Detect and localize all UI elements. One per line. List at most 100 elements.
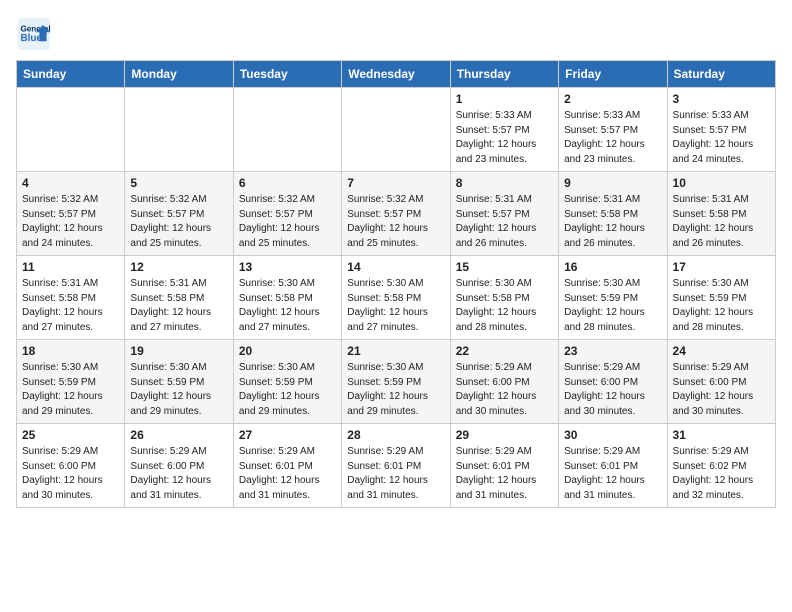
day-number: 9 xyxy=(564,176,661,190)
day-info: Sunrise: 5:31 AM Sunset: 5:58 PM Dayligh… xyxy=(564,193,661,251)
day-info: Sunrise: 5:33 AM Sunset: 5:57 PM Dayligh… xyxy=(673,109,770,167)
weekday-header-tuesday: Tuesday xyxy=(233,61,341,88)
day-number: 20 xyxy=(239,344,336,358)
day-number: 31 xyxy=(673,428,770,442)
day-number: 14 xyxy=(347,260,444,274)
day-info: Sunrise: 5:31 AM Sunset: 5:58 PM Dayligh… xyxy=(22,277,119,335)
day-info: Sunrise: 5:31 AM Sunset: 5:58 PM Dayligh… xyxy=(673,193,770,251)
calendar-cell: 13 Sunrise: 5:30 AM Sunset: 5:58 PM Dayli… xyxy=(233,256,341,340)
day-info: Sunrise: 5:30 AM Sunset: 5:58 PM Dayligh… xyxy=(456,277,553,335)
day-number: 18 xyxy=(22,344,119,358)
day-number: 3 xyxy=(673,92,770,106)
day-number: 24 xyxy=(673,344,770,358)
day-info: Sunrise: 5:29 AM Sunset: 6:00 PM Dayligh… xyxy=(130,445,227,503)
calendar-cell: 21 Sunrise: 5:30 AM Sunset: 5:59 PM Dayli… xyxy=(342,340,450,424)
day-number: 2 xyxy=(564,92,661,106)
page-header: General Blue xyxy=(16,16,776,52)
calendar-cell: 19 Sunrise: 5:30 AM Sunset: 5:59 PM Dayli… xyxy=(125,340,233,424)
calendar-cell: 10 Sunrise: 5:31 AM Sunset: 5:58 PM Dayli… xyxy=(667,172,775,256)
day-number: 21 xyxy=(347,344,444,358)
calendar-cell xyxy=(233,88,341,172)
calendar-cell: 9 Sunrise: 5:31 AM Sunset: 5:58 PM Daylig… xyxy=(559,172,667,256)
calendar-cell: 12 Sunrise: 5:31 AM Sunset: 5:58 PM Dayli… xyxy=(125,256,233,340)
day-info: Sunrise: 5:30 AM Sunset: 5:59 PM Dayligh… xyxy=(347,361,444,419)
calendar-cell: 6 Sunrise: 5:32 AM Sunset: 5:57 PM Daylig… xyxy=(233,172,341,256)
day-number: 7 xyxy=(347,176,444,190)
day-info: Sunrise: 5:30 AM Sunset: 5:59 PM Dayligh… xyxy=(239,361,336,419)
day-info: Sunrise: 5:30 AM Sunset: 5:59 PM Dayligh… xyxy=(130,361,227,419)
calendar-cell: 26 Sunrise: 5:29 AM Sunset: 6:00 PM Dayli… xyxy=(125,424,233,508)
weekday-header-saturday: Saturday xyxy=(667,61,775,88)
day-info: Sunrise: 5:30 AM Sunset: 5:59 PM Dayligh… xyxy=(673,277,770,335)
calendar-cell: 1Sunrise: 5:33 AM Sunset: 5:57 PM Daylig… xyxy=(450,88,558,172)
calendar-cell: 7 Sunrise: 5:32 AM Sunset: 5:57 PM Daylig… xyxy=(342,172,450,256)
day-info: Sunrise: 5:29 AM Sunset: 6:01 PM Dayligh… xyxy=(347,445,444,503)
calendar-cell: 14 Sunrise: 5:30 AM Sunset: 5:58 PM Dayli… xyxy=(342,256,450,340)
calendar-cell: 23 Sunrise: 5:29 AM Sunset: 6:00 PM Dayli… xyxy=(559,340,667,424)
calendar-cell: 24 Sunrise: 5:29 AM Sunset: 6:00 PM Dayli… xyxy=(667,340,775,424)
day-number: 28 xyxy=(347,428,444,442)
calendar-cell: 15 Sunrise: 5:30 AM Sunset: 5:58 PM Dayli… xyxy=(450,256,558,340)
day-info: Sunrise: 5:30 AM Sunset: 5:58 PM Dayligh… xyxy=(239,277,336,335)
calendar-cell: 20 Sunrise: 5:30 AM Sunset: 5:59 PM Dayli… xyxy=(233,340,341,424)
day-number: 17 xyxy=(673,260,770,274)
calendar-cell: 28 Sunrise: 5:29 AM Sunset: 6:01 PM Dayli… xyxy=(342,424,450,508)
day-info: Sunrise: 5:30 AM Sunset: 5:58 PM Dayligh… xyxy=(347,277,444,335)
calendar-cell: 27 Sunrise: 5:29 AM Sunset: 6:01 PM Dayli… xyxy=(233,424,341,508)
calendar-week-row: 18 Sunrise: 5:30 AM Sunset: 5:59 PM Dayli… xyxy=(17,340,776,424)
day-info: Sunrise: 5:29 AM Sunset: 6:01 PM Dayligh… xyxy=(564,445,661,503)
calendar-cell xyxy=(125,88,233,172)
calendar-cell: 2Sunrise: 5:33 AM Sunset: 5:57 PM Daylig… xyxy=(559,88,667,172)
day-number: 5 xyxy=(130,176,227,190)
calendar-cell: 31 Sunrise: 5:29 AM Sunset: 6:02 PM Dayli… xyxy=(667,424,775,508)
day-number: 26 xyxy=(130,428,227,442)
day-info: Sunrise: 5:29 AM Sunset: 6:00 PM Dayligh… xyxy=(456,361,553,419)
day-info: Sunrise: 5:29 AM Sunset: 6:02 PM Dayligh… xyxy=(673,445,770,503)
day-number: 19 xyxy=(130,344,227,358)
day-info: Sunrise: 5:29 AM Sunset: 6:01 PM Dayligh… xyxy=(239,445,336,503)
day-info: Sunrise: 5:31 AM Sunset: 5:57 PM Dayligh… xyxy=(456,193,553,251)
day-number: 22 xyxy=(456,344,553,358)
day-info: Sunrise: 5:29 AM Sunset: 6:01 PM Dayligh… xyxy=(456,445,553,503)
calendar-cell: 8 Sunrise: 5:31 AM Sunset: 5:57 PM Daylig… xyxy=(450,172,558,256)
day-info: Sunrise: 5:33 AM Sunset: 5:57 PM Dayligh… xyxy=(456,109,553,167)
day-info: Sunrise: 5:29 AM Sunset: 6:00 PM Dayligh… xyxy=(564,361,661,419)
day-number: 23 xyxy=(564,344,661,358)
calendar-week-row: 11Sunrise: 5:31 AM Sunset: 5:58 PM Dayli… xyxy=(17,256,776,340)
day-number: 8 xyxy=(456,176,553,190)
day-number: 13 xyxy=(239,260,336,274)
calendar-cell: 4Sunrise: 5:32 AM Sunset: 5:57 PM Daylig… xyxy=(17,172,125,256)
day-info: Sunrise: 5:29 AM Sunset: 6:00 PM Dayligh… xyxy=(22,445,119,503)
day-number: 29 xyxy=(456,428,553,442)
day-number: 10 xyxy=(673,176,770,190)
day-number: 12 xyxy=(130,260,227,274)
calendar-week-row: 4Sunrise: 5:32 AM Sunset: 5:57 PM Daylig… xyxy=(17,172,776,256)
weekday-header-thursday: Thursday xyxy=(450,61,558,88)
calendar-cell: 22 Sunrise: 5:29 AM Sunset: 6:00 PM Dayli… xyxy=(450,340,558,424)
day-info: Sunrise: 5:30 AM Sunset: 5:59 PM Dayligh… xyxy=(22,361,119,419)
weekday-header-wednesday: Wednesday xyxy=(342,61,450,88)
day-info: Sunrise: 5:32 AM Sunset: 5:57 PM Dayligh… xyxy=(239,193,336,251)
day-number: 6 xyxy=(239,176,336,190)
weekday-header-friday: Friday xyxy=(559,61,667,88)
day-number: 25 xyxy=(22,428,119,442)
calendar-cell: 17 Sunrise: 5:30 AM Sunset: 5:59 PM Dayli… xyxy=(667,256,775,340)
logo: General Blue xyxy=(16,16,52,52)
calendar-cell xyxy=(342,88,450,172)
calendar-cell: 25 Sunrise: 5:29 AM Sunset: 6:00 PM Dayli… xyxy=(17,424,125,508)
calendar-cell: 29 Sunrise: 5:29 AM Sunset: 6:01 PM Dayli… xyxy=(450,424,558,508)
calendar-table: SundayMondayTuesdayWednesdayThursdayFrid… xyxy=(16,60,776,508)
day-info: Sunrise: 5:32 AM Sunset: 5:57 PM Dayligh… xyxy=(22,193,119,251)
day-info: Sunrise: 5:32 AM Sunset: 5:57 PM Dayligh… xyxy=(347,193,444,251)
calendar-cell: 18 Sunrise: 5:30 AM Sunset: 5:59 PM Dayli… xyxy=(17,340,125,424)
day-info: Sunrise: 5:29 AM Sunset: 6:00 PM Dayligh… xyxy=(673,361,770,419)
calendar-cell: 16Sunrise: 5:30 AM Sunset: 5:59 PM Dayli… xyxy=(559,256,667,340)
day-number: 15 xyxy=(456,260,553,274)
day-info: Sunrise: 5:31 AM Sunset: 5:58 PM Dayligh… xyxy=(130,277,227,335)
calendar-cell xyxy=(17,88,125,172)
calendar-cell: 3 Sunrise: 5:33 AM Sunset: 5:57 PM Daylig… xyxy=(667,88,775,172)
calendar-header-row: SundayMondayTuesdayWednesdayThursdayFrid… xyxy=(17,61,776,88)
calendar-cell: 5Sunrise: 5:32 AM Sunset: 5:57 PM Daylig… xyxy=(125,172,233,256)
day-number: 27 xyxy=(239,428,336,442)
weekday-header-monday: Monday xyxy=(125,61,233,88)
